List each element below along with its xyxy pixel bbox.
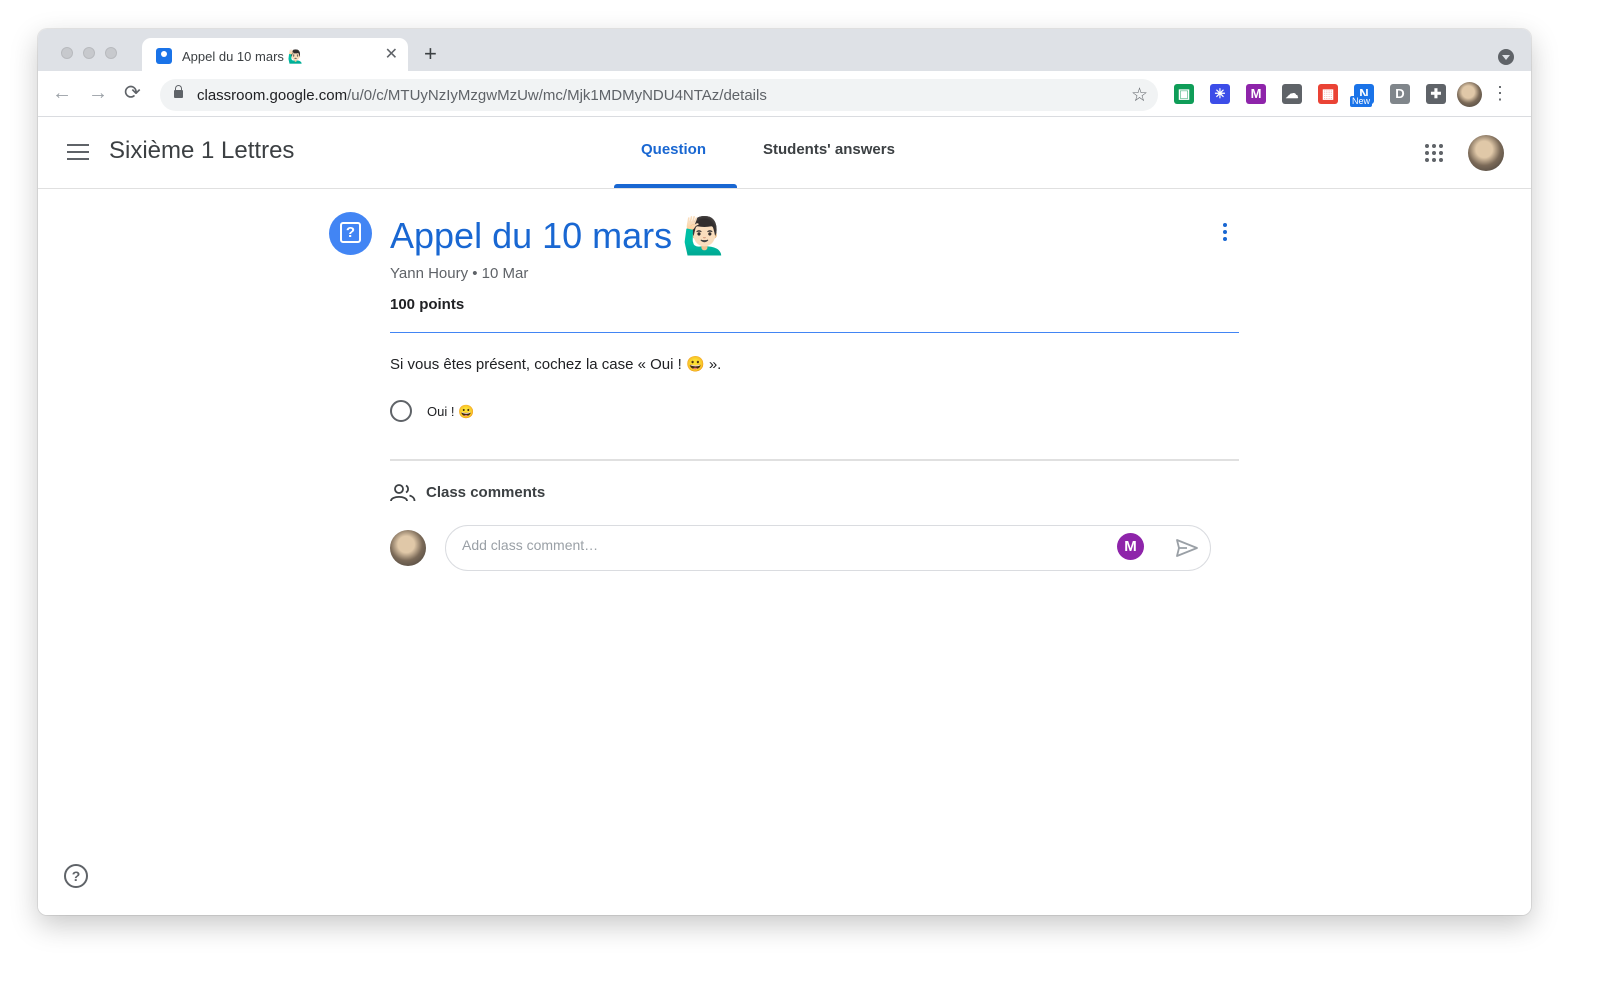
close-window-icon[interactable]: [61, 47, 73, 59]
classroom-favicon-icon: [156, 48, 172, 64]
minimize-window-icon[interactable]: [83, 47, 95, 59]
header-divider: [390, 332, 1239, 333]
reload-icon[interactable]: ⟳: [124, 83, 141, 103]
class-comments-heading: Class comments: [426, 484, 546, 501]
back-icon[interactable]: ←: [52, 83, 72, 103]
account-avatar[interactable]: [1468, 135, 1504, 171]
commenter-avatar: [390, 530, 426, 566]
bookmark-star-icon[interactable]: ☆: [1131, 84, 1148, 107]
new-ext-icon[interactable]: N New: [1350, 84, 1374, 107]
section-divider: [390, 459, 1239, 461]
class-name[interactable]: Sixième 1 Lettres: [109, 137, 294, 165]
tab-students-answers[interactable]: Students' answers: [763, 141, 895, 158]
app-bar: Sixième 1 Lettres Question Students' ans…: [38, 117, 1531, 189]
mote-icon[interactable]: M: [1117, 533, 1144, 560]
question-meta: Yann Houry • 10 Mar: [390, 265, 529, 282]
option-label[interactable]: Oui ! 😀: [427, 404, 474, 420]
browser-toolbar: ← → ⟳ classroom.google.com/u/0/c/MTUyNzI…: [38, 71, 1531, 117]
active-tab-indicator: [614, 184, 737, 188]
help-icon[interactable]: ?: [64, 864, 88, 888]
option-radio[interactable]: [390, 400, 412, 422]
profile-avatar[interactable]: [1457, 82, 1482, 107]
tab-close-icon[interactable]: ✕: [385, 45, 398, 65]
url-text[interactable]: classroom.google.com/u/0/c/MTUyNzIyMzgwM…: [197, 87, 767, 104]
classroom-page: Sixième 1 Lettres Question Students' ans…: [38, 117, 1531, 915]
address-bar[interactable]: classroom.google.com/u/0/c/MTUyNzIyMzgwM…: [160, 79, 1158, 111]
browser-menu-icon[interactable]: ⋮: [1491, 83, 1509, 103]
tab-question[interactable]: Question: [641, 141, 706, 158]
browser-window: Appel du 10 mars 🙋🏻‍♂️ ✕ + ← → ⟳ classro…: [38, 29, 1531, 915]
maximize-window-icon[interactable]: [105, 47, 117, 59]
new-tab-button[interactable]: +: [424, 43, 437, 65]
send-icon[interactable]: [1175, 538, 1199, 558]
classroom-ext-icon[interactable]: ▣: [1174, 84, 1194, 104]
mote-ext-icon[interactable]: M: [1246, 84, 1266, 104]
comment-box[interactable]: M: [445, 525, 1211, 571]
puzzle-ext-icon[interactable]: ✚: [1426, 84, 1446, 104]
tab-strip: Appel du 10 mars 🙋🏻‍♂️ ✕ +: [38, 29, 1531, 72]
main-menu-icon[interactable]: [67, 144, 89, 160]
calendar-ext-icon[interactable]: ▦: [1318, 84, 1338, 104]
more-options-icon[interactable]: [1218, 223, 1232, 241]
cloud-ext-icon[interactable]: ☁: [1282, 84, 1302, 104]
google-apps-icon[interactable]: [1425, 144, 1443, 162]
question-title: Appel du 10 mars 🙋🏻‍♂️: [390, 215, 727, 256]
question-icon: [329, 212, 372, 255]
forward-icon[interactable]: →: [88, 83, 108, 103]
browser-tab-active[interactable]: Appel du 10 mars 🙋🏻‍♂️ ✕: [142, 38, 408, 72]
asterisk-ext-icon[interactable]: ✳: [1210, 84, 1230, 104]
d-ext-icon[interactable]: D: [1390, 84, 1410, 104]
question-points: 100 points: [390, 296, 465, 313]
tab-search-icon[interactable]: [1498, 49, 1514, 65]
new-badge: New: [1350, 96, 1373, 107]
people-icon: [390, 484, 416, 502]
question-text: Si vous êtes présent, cochez la case « O…: [390, 356, 722, 373]
tab-title: Appel du 10 mars 🙋🏻‍♂️: [182, 49, 304, 64]
comment-input[interactable]: [462, 535, 1102, 555]
lock-icon: [174, 85, 183, 98]
